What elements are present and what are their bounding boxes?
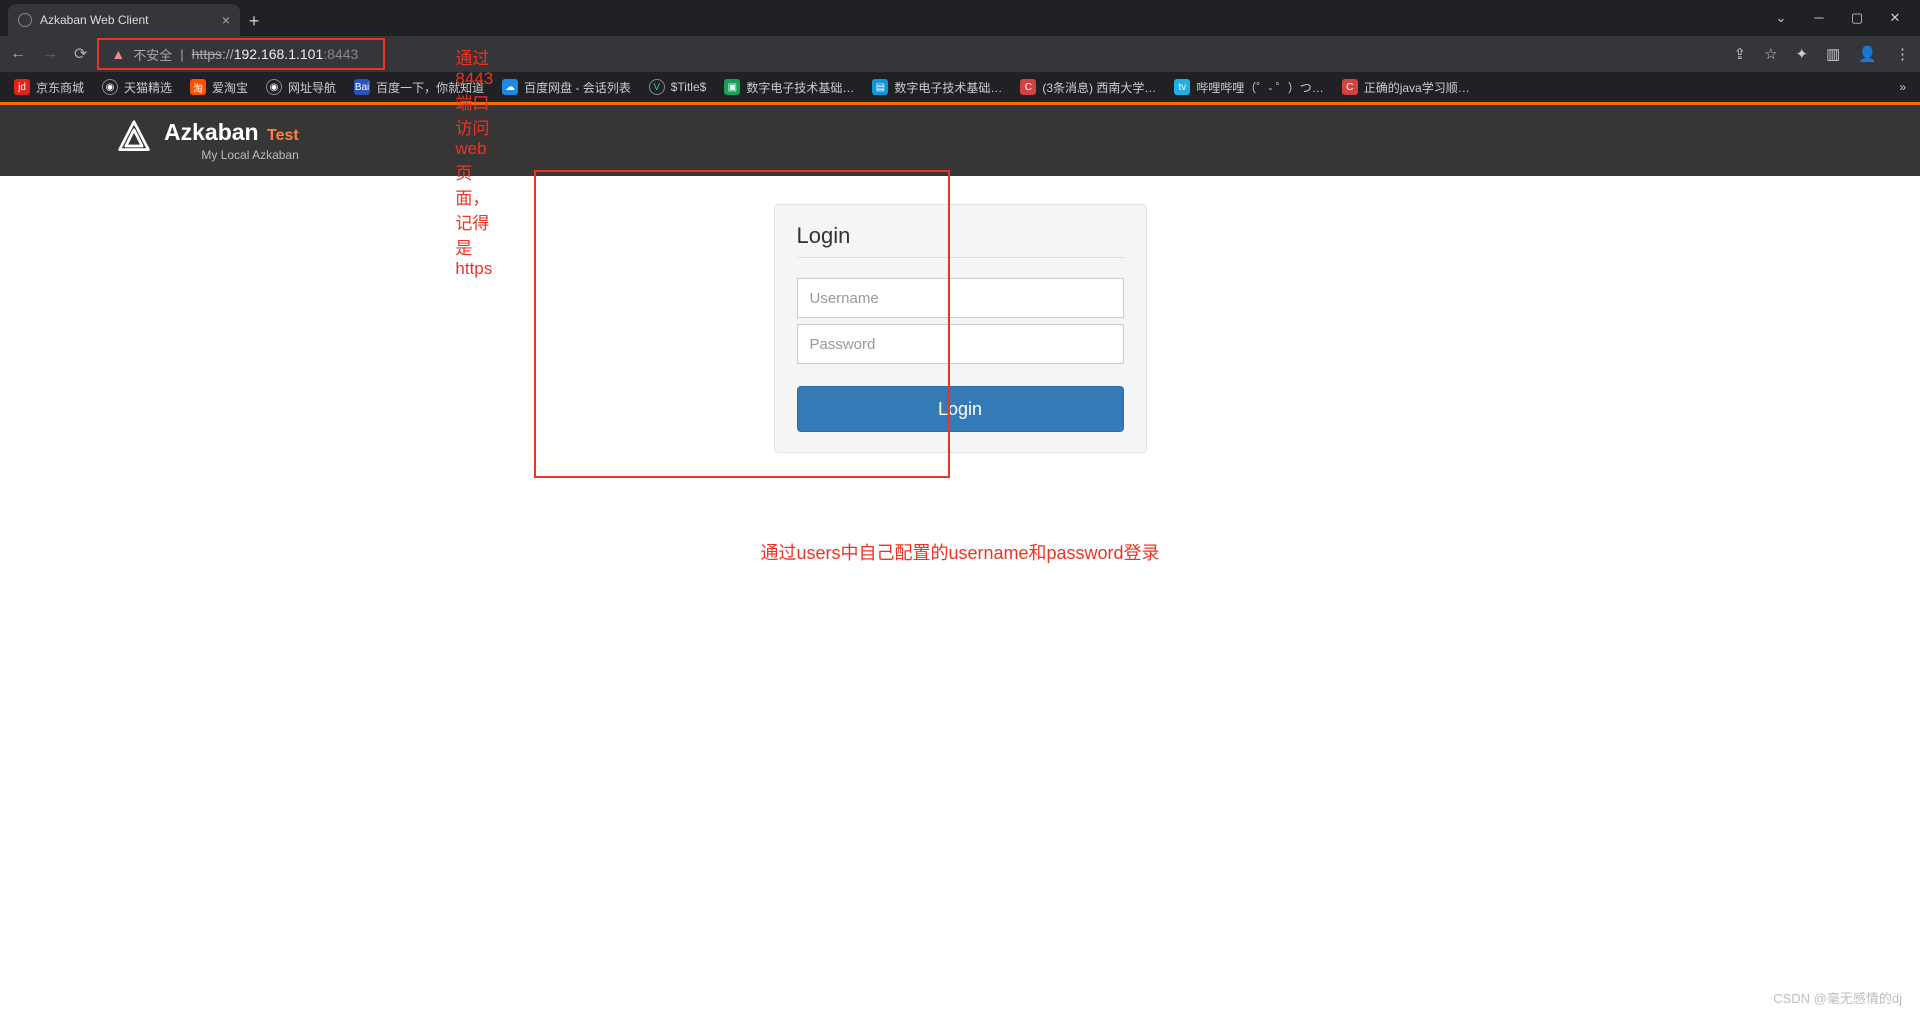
forward-icon[interactable]: → bbox=[42, 45, 58, 63]
bookmark-item[interactable]: C (3条消息) 西南大学… bbox=[1020, 79, 1156, 96]
bookmark-label: 百度网盘 - 会话列表 bbox=[524, 79, 631, 96]
bookmark-icon: ☁ bbox=[502, 79, 518, 95]
menu-icon[interactable]: ⋮ bbox=[1895, 45, 1910, 63]
brand-subtitle: My Local Azkaban bbox=[164, 148, 299, 162]
bookmark-label: 数字电子技术基础… bbox=[894, 79, 1002, 96]
bookmark-item[interactable]: ☁ 百度网盘 - 会话列表 bbox=[502, 79, 631, 96]
extensions-icon[interactable]: ✦ bbox=[1796, 45, 1809, 63]
brand-suffix: Test bbox=[267, 127, 299, 144]
share-icon[interactable]: ⇪ bbox=[1734, 45, 1747, 63]
bookmark-icon: ◉ bbox=[266, 79, 282, 95]
bookmarks-overflow-icon[interactable]: » bbox=[1899, 80, 1906, 94]
bookmark-icon: ▣ bbox=[724, 79, 740, 95]
star-icon[interactable]: ☆ bbox=[1764, 45, 1777, 63]
bookmark-item[interactable]: ◉ 天猫精选 bbox=[102, 79, 172, 96]
address-bar: ← → ⟳ ▲ 不安全 | https://192.168.1.101:8443… bbox=[0, 36, 1920, 72]
annotation-box-url bbox=[97, 38, 385, 70]
bookmark-icon: ◉ bbox=[102, 79, 118, 95]
minimize-icon[interactable]: ─ bbox=[1812, 10, 1826, 26]
bookmark-item[interactable]: V $Title$ bbox=[649, 79, 707, 95]
bookmark-label: (3条消息) 西南大学… bbox=[1042, 79, 1156, 96]
bookmark-label: 数字电子技术基础… bbox=[746, 79, 854, 96]
profile-icon[interactable]: 👤 bbox=[1858, 45, 1877, 63]
bookmark-label: 正确的java学习顺… bbox=[1364, 79, 1470, 96]
bookmark-item[interactable]: jd 京东商城 bbox=[14, 79, 84, 96]
bookmark-item[interactable]: 淘爱淘宝 bbox=[190, 79, 248, 96]
close-icon[interactable]: × bbox=[222, 12, 230, 28]
bookmark-icon: Bai bbox=[354, 79, 370, 95]
bookmark-label: 京东商城 bbox=[36, 79, 84, 96]
page-content: Login Login 通过users中自己配置的username和passwo… bbox=[0, 176, 1920, 565]
bookmark-item[interactable]: C 正确的java学习顺… bbox=[1342, 79, 1470, 96]
window-controls: ⌄ ─ ▢ ✕ bbox=[1774, 10, 1920, 36]
new-tab-button[interactable]: + bbox=[240, 11, 268, 36]
sidepanel-icon[interactable]: ▥ bbox=[1826, 45, 1840, 63]
bookmark-item[interactable]: ▣ 数字电子技术基础… bbox=[724, 79, 854, 96]
annotation-box-login bbox=[534, 170, 950, 478]
reload-icon[interactable]: ⟳ bbox=[74, 44, 87, 64]
browser-tab[interactable]: Azkaban Web Client × bbox=[8, 4, 240, 36]
bookmarks-bar: jd京东商城◉天猫精选淘爱淘宝◉网址导航Bai百度一下，你就知道☁百度网盘 - … bbox=[0, 72, 1920, 102]
bookmark-label: 网址导航 bbox=[288, 79, 336, 96]
bookmark-label: 爱淘宝 bbox=[212, 79, 248, 96]
globe-icon bbox=[18, 13, 32, 27]
bookmark-item[interactable]: ◉ 网址导航 bbox=[266, 79, 336, 96]
caret-down-icon[interactable]: ⌄ bbox=[1774, 10, 1788, 26]
annotation-login-text: 通过users中自己配置的username和password登录 bbox=[0, 539, 1920, 565]
watermark: CSDN @毫无感情的dj bbox=[1773, 988, 1902, 1007]
back-icon[interactable]: ← bbox=[10, 45, 26, 63]
bookmark-icon: jd bbox=[14, 79, 30, 95]
bookmark-icon: C bbox=[1020, 79, 1036, 95]
bookmark-item[interactable]: tv 哔哩哔哩（゜- ゜）つ… bbox=[1174, 79, 1323, 96]
azkaban-logo-icon bbox=[116, 119, 152, 155]
bookmark-label: 天猫精选 bbox=[124, 79, 172, 96]
bookmark-icon: V bbox=[649, 79, 665, 95]
bookmark-icon: tv bbox=[1174, 79, 1190, 95]
bookmark-icon: C bbox=[1342, 79, 1358, 95]
bookmark-item[interactable]: ▤ 数字电子技术基础… bbox=[872, 79, 1002, 96]
bookmark-label: 哔哩哔哩（゜- ゜）つ… bbox=[1196, 79, 1323, 96]
close-window-icon[interactable]: ✕ bbox=[1888, 10, 1902, 26]
brand-name: Azkaban bbox=[164, 119, 259, 145]
bookmark-icon: ▤ bbox=[872, 79, 888, 95]
azkaban-header: Azkaban Test My Local Azkaban bbox=[0, 102, 1920, 176]
bookmark-label: $Title$ bbox=[671, 80, 707, 94]
maximize-icon[interactable]: ▢ bbox=[1850, 10, 1864, 26]
browser-titlebar: Azkaban Web Client × + ⌄ ─ ▢ ✕ bbox=[0, 0, 1920, 36]
bookmark-icon: 淘 bbox=[190, 79, 206, 95]
tab-title: Azkaban Web Client bbox=[40, 13, 149, 27]
